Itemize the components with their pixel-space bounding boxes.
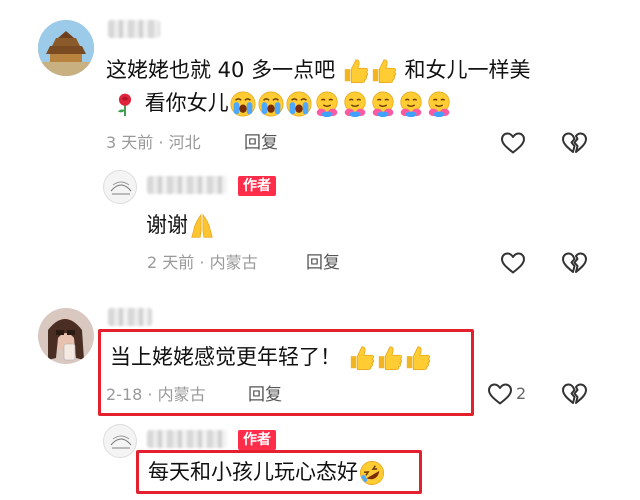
folded-hands-emoji — [188, 212, 216, 240]
loudly-crying-emoji — [257, 90, 285, 118]
comment-location: 内蒙古 — [157, 385, 206, 404]
commenter-name-blurred[interactable] — [108, 20, 160, 38]
author-name-blurred[interactable] — [147, 430, 227, 448]
comment-time: 3 天前 — [106, 133, 154, 152]
comment-1-text-a: 这姥姥也就 40 多一点吧 — [106, 58, 336, 82]
comment-2-text: 当上姥姥感觉更年轻了！ — [110, 343, 432, 372]
comment-1-text-line2: 看你女儿 — [112, 89, 453, 118]
dislike-broken-heart-icon[interactable] — [561, 131, 587, 155]
reply-button[interactable]: 回复 — [248, 384, 282, 406]
author-reply-1-meta: 2 天前 · 内蒙古 — [147, 252, 258, 274]
rose-emoji — [112, 90, 138, 118]
author-name-blurred[interactable] — [147, 176, 227, 194]
like-heart-icon[interactable] — [487, 382, 513, 406]
loudly-crying-emoji — [229, 90, 257, 118]
loudly-crying-emoji — [285, 90, 313, 118]
comment-1-text-c: 看你女儿 — [144, 91, 229, 115]
thumbs-up-emoji — [370, 57, 398, 85]
comment-2-text-content: 当上姥姥感觉更年轻了！ — [110, 345, 341, 369]
avatar-author[interactable] — [103, 424, 137, 458]
dislike-broken-heart-icon[interactable] — [561, 382, 587, 406]
meta-separator: · — [147, 385, 153, 404]
like-heart-icon[interactable] — [500, 131, 526, 155]
like-count: 2 — [516, 384, 527, 403]
comment-location: 河北 — [168, 133, 201, 152]
thumbs-up-emoji — [404, 344, 432, 372]
hugging-face-emoji — [369, 90, 397, 118]
author-reply-2-text: 每天和小孩儿玩心态好 — [148, 458, 386, 487]
rolling-laughing-emoji — [358, 459, 386, 487]
avatar-commenter-2[interactable] — [38, 308, 94, 364]
author-reply-1-text-content: 谢谢 — [146, 213, 188, 237]
comment-location: 内蒙古 — [209, 253, 258, 272]
hugging-face-emoji — [425, 90, 453, 118]
avatar-commenter-1[interactable] — [38, 20, 94, 76]
comment-time: 2 天前 — [147, 253, 195, 272]
thumbs-up-emoji — [376, 344, 404, 372]
hugging-face-emoji — [313, 90, 341, 118]
comment-1-meta: 3 天前 · 河北 — [106, 132, 201, 154]
meta-separator: · — [158, 133, 164, 152]
comment-1-text: 这姥姥也就 40 多一点吧 和女儿一样美 — [106, 56, 530, 85]
comment-1-text-b: 和女儿一样美 — [404, 58, 531, 82]
comment-time: 2-18 — [106, 385, 143, 404]
commenter-name-blurred[interactable] — [108, 308, 152, 326]
avatar-author[interactable] — [103, 170, 137, 204]
hugging-face-emoji — [341, 90, 369, 118]
author-badge: 作者 — [238, 176, 276, 196]
thumbs-up-emoji — [342, 57, 370, 85]
like-heart-icon[interactable] — [500, 251, 526, 275]
author-badge: 作者 — [238, 430, 276, 450]
hugging-face-emoji — [397, 90, 425, 118]
dislike-broken-heart-icon[interactable] — [561, 251, 587, 275]
comment-2-meta: 2-18 · 内蒙古 — [106, 384, 206, 406]
author-reply-1-text: 谢谢 — [146, 211, 216, 240]
reply-button[interactable]: 回复 — [244, 132, 278, 154]
meta-separator: · — [199, 253, 205, 272]
reply-button[interactable]: 回复 — [306, 252, 340, 274]
thumbs-up-emoji — [348, 344, 376, 372]
author-reply-2-text-content: 每天和小孩儿玩心态好 — [148, 460, 358, 484]
